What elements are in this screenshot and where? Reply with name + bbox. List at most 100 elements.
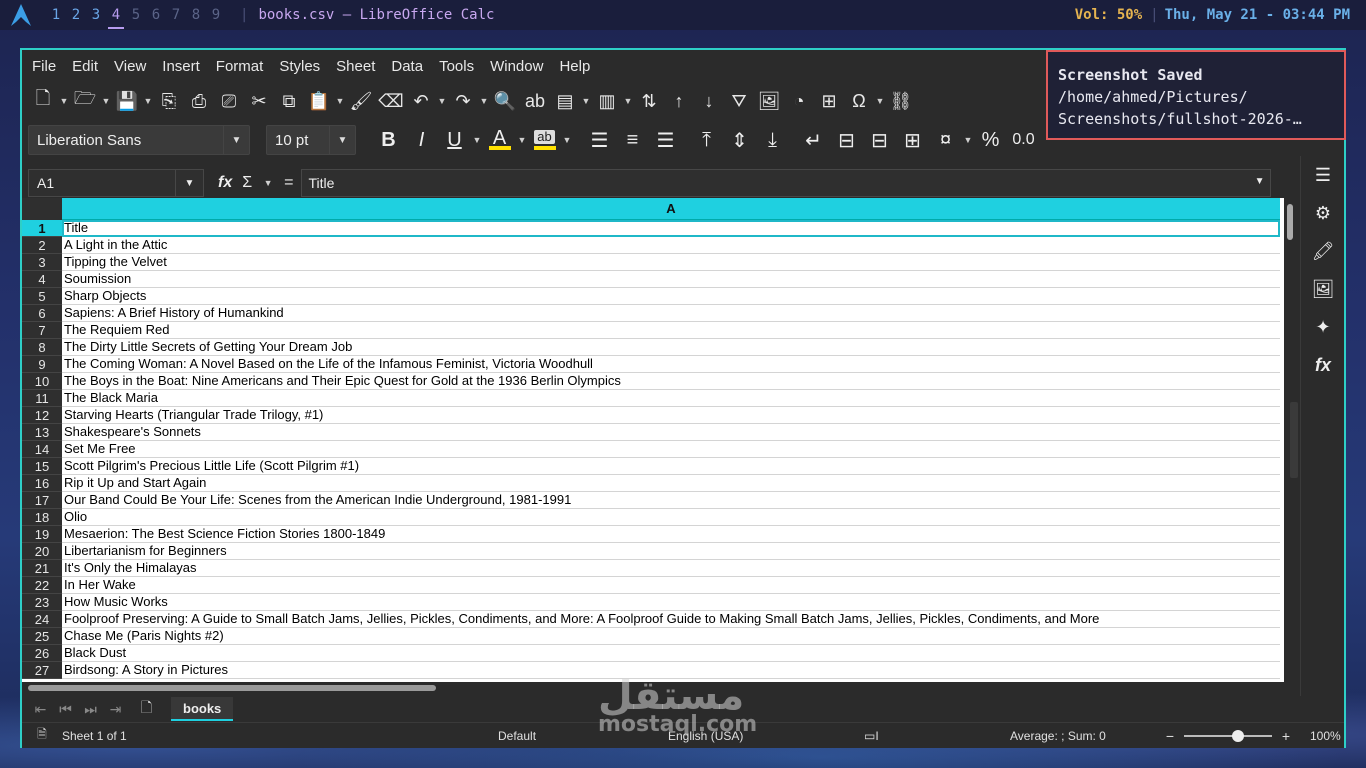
styles-icon[interactable]: 🖍 bbox=[1301, 232, 1345, 270]
font-name-combobox[interactable]: Liberation Sans ▼ bbox=[28, 125, 250, 155]
workspace-4[interactable]: 4 bbox=[106, 7, 126, 29]
print-icon[interactable]: ⎙ bbox=[184, 86, 214, 116]
row-header[interactable]: 2 bbox=[22, 237, 62, 254]
spelling-icon[interactable]: ab bbox=[520, 86, 550, 116]
hyperlink-icon[interactable]: ⛓ bbox=[886, 86, 916, 116]
sum-icon[interactable]: Σ bbox=[242, 174, 252, 192]
insert-image-icon[interactable]: 🖼 bbox=[754, 86, 784, 116]
row-header[interactable]: 18 bbox=[22, 509, 62, 526]
cell-a26[interactable]: Black Dust bbox=[62, 645, 1280, 662]
selection-summary[interactable]: Average: ; Sum: 0 bbox=[1010, 729, 1160, 743]
special-character-icon[interactable]: Ω bbox=[844, 86, 874, 116]
chevron-down-icon[interactable]: ▼ bbox=[175, 170, 203, 196]
number-format-icon[interactable]: 0.0 bbox=[1007, 125, 1040, 155]
chevron-down-icon[interactable]: ▼ bbox=[262, 178, 274, 188]
menu-format[interactable]: Format bbox=[208, 58, 272, 75]
row-header[interactable]: 3 bbox=[22, 254, 62, 271]
new-document-icon[interactable]: 🗋 bbox=[28, 86, 58, 116]
cell-a5[interactable]: Sharp Objects bbox=[62, 288, 1280, 305]
row-header[interactable]: 8 bbox=[22, 339, 62, 356]
menu-sheet[interactable]: Sheet bbox=[328, 58, 383, 75]
previous-sheet-icon[interactable]: ⏮ bbox=[53, 701, 78, 718]
menu-styles[interactable]: Styles bbox=[271, 58, 328, 75]
workspace-9[interactable]: 9 bbox=[206, 7, 226, 23]
font-color-icon[interactable]: A bbox=[483, 125, 516, 155]
cell-a21[interactable]: It's Only the Himalayas bbox=[62, 560, 1280, 577]
row-icon[interactable]: ▤ bbox=[550, 86, 580, 116]
insert-chart-icon[interactable]: ◔ bbox=[784, 86, 814, 116]
workspace-8[interactable]: 8 bbox=[186, 7, 206, 23]
align-left-icon[interactable]: ☰ bbox=[583, 125, 616, 155]
select-all-corner[interactable] bbox=[22, 198, 62, 220]
properties-icon[interactable]: ⚙ bbox=[1301, 194, 1345, 232]
sort-icon[interactable]: ⇅ bbox=[634, 86, 664, 116]
menu-tools[interactable]: Tools bbox=[431, 58, 482, 75]
row-header[interactable]: 23 bbox=[22, 594, 62, 611]
workspace-5[interactable]: 5 bbox=[126, 7, 146, 23]
sheet-tab-books[interactable]: books bbox=[171, 697, 234, 721]
last-sheet-icon[interactable]: ⇥ bbox=[103, 701, 128, 718]
unmerge-cells-icon[interactable]: ⊞ bbox=[896, 125, 929, 155]
clear-formatting-icon[interactable]: ⌫ bbox=[376, 86, 406, 116]
chevron-down-icon[interactable]: ▼ bbox=[962, 135, 974, 145]
scrollbar-thumb[interactable] bbox=[1287, 204, 1293, 240]
pivot-table-icon[interactable]: ⊞ bbox=[814, 86, 844, 116]
menu-file[interactable]: File bbox=[24, 58, 64, 75]
chevron-down-icon[interactable]: ▼ bbox=[223, 126, 249, 154]
cell-a24[interactable]: Foolproof Preserving: A Guide to Small B… bbox=[62, 611, 1280, 628]
merge-cells-icon[interactable]: ⊟ bbox=[863, 125, 896, 155]
align-right-icon[interactable]: ☰ bbox=[649, 125, 682, 155]
sidebar-menu-icon[interactable]: ☰ bbox=[1301, 156, 1345, 194]
percent-icon[interactable]: % bbox=[974, 125, 1007, 155]
formula-input[interactable]: Title ▼ bbox=[301, 169, 1272, 197]
menu-data[interactable]: Data bbox=[383, 58, 431, 75]
workspace-2[interactable]: 2 bbox=[66, 7, 86, 23]
arch-logo-icon[interactable] bbox=[8, 2, 34, 28]
cell-a1[interactable]: Title bbox=[62, 220, 1280, 237]
cell-a15[interactable]: Scott Pilgrim's Precious Little Life (Sc… bbox=[62, 458, 1280, 475]
screenshot-notification[interactable]: Screenshot Saved /home/ahmed/Pictures/ S… bbox=[1046, 50, 1346, 140]
column-icon[interactable]: ▥ bbox=[592, 86, 622, 116]
workspace-1[interactable]: 1 bbox=[46, 7, 66, 23]
row-header[interactable]: 10 bbox=[22, 373, 62, 390]
chevron-down-icon[interactable]: ▼ bbox=[874, 96, 886, 106]
export-pdf-icon[interactable]: ⎘ bbox=[154, 86, 184, 116]
cell-a8[interactable]: The Dirty Little Secrets of Getting Your… bbox=[62, 339, 1280, 356]
row-header[interactable]: 6 bbox=[22, 305, 62, 322]
row-header[interactable]: 20 bbox=[22, 543, 62, 560]
chevron-down-icon[interactable]: ▼ bbox=[622, 96, 634, 106]
sidebar-collapse-handle[interactable] bbox=[1290, 402, 1298, 478]
sort-descending-icon[interactable]: ↓ bbox=[694, 86, 724, 116]
row-header[interactable]: 15 bbox=[22, 458, 62, 475]
underline-icon[interactable]: U bbox=[438, 125, 471, 155]
cell-a14[interactable]: Set Me Free bbox=[62, 441, 1280, 458]
align-center-icon[interactable]: ≡ bbox=[616, 125, 649, 155]
align-top-icon[interactable]: ⤒ bbox=[690, 125, 723, 155]
wrap-text-icon[interactable]: ↵ bbox=[797, 125, 830, 155]
menu-window[interactable]: Window bbox=[482, 58, 551, 75]
row-header[interactable]: 4 bbox=[22, 271, 62, 288]
find-replace-icon[interactable]: 🔍 bbox=[490, 86, 520, 116]
chevron-down-icon[interactable]: ▼ bbox=[580, 96, 592, 106]
chevron-down-icon[interactable]: ▼ bbox=[478, 96, 490, 106]
zoom-out-icon[interactable]: − bbox=[1160, 728, 1180, 744]
row-header[interactable]: 11 bbox=[22, 390, 62, 407]
redo-icon[interactable]: ↷ bbox=[448, 86, 478, 116]
chevron-down-icon[interactable]: ▼ bbox=[334, 96, 346, 106]
gallery-icon[interactable]: 🖼 bbox=[1301, 270, 1345, 308]
menu-edit[interactable]: Edit bbox=[64, 58, 106, 75]
workspace-6[interactable]: 6 bbox=[146, 7, 166, 23]
chevron-down-icon[interactable]: ▼ bbox=[436, 96, 448, 106]
chevron-down-icon[interactable]: ▼ bbox=[471, 135, 483, 145]
cell-a4[interactable]: Soumission bbox=[62, 271, 1280, 288]
cell-a16[interactable]: Rip it Up and Start Again bbox=[62, 475, 1280, 492]
row-header[interactable]: 13 bbox=[22, 424, 62, 441]
clone-formatting-icon[interactable]: 🖌 bbox=[346, 86, 376, 116]
add-sheet-icon[interactable]: 🗋 bbox=[134, 697, 159, 721]
navigator-icon[interactable]: ✦ bbox=[1301, 308, 1345, 346]
center-vertically-icon[interactable]: ⇕ bbox=[723, 125, 756, 155]
workspace-7[interactable]: 7 bbox=[166, 7, 186, 23]
cell-a22[interactable]: In Her Wake bbox=[62, 577, 1280, 594]
cell-a25[interactable]: Chase Me (Paris Nights #2) bbox=[62, 628, 1280, 645]
row-header[interactable]: 24 bbox=[22, 611, 62, 628]
